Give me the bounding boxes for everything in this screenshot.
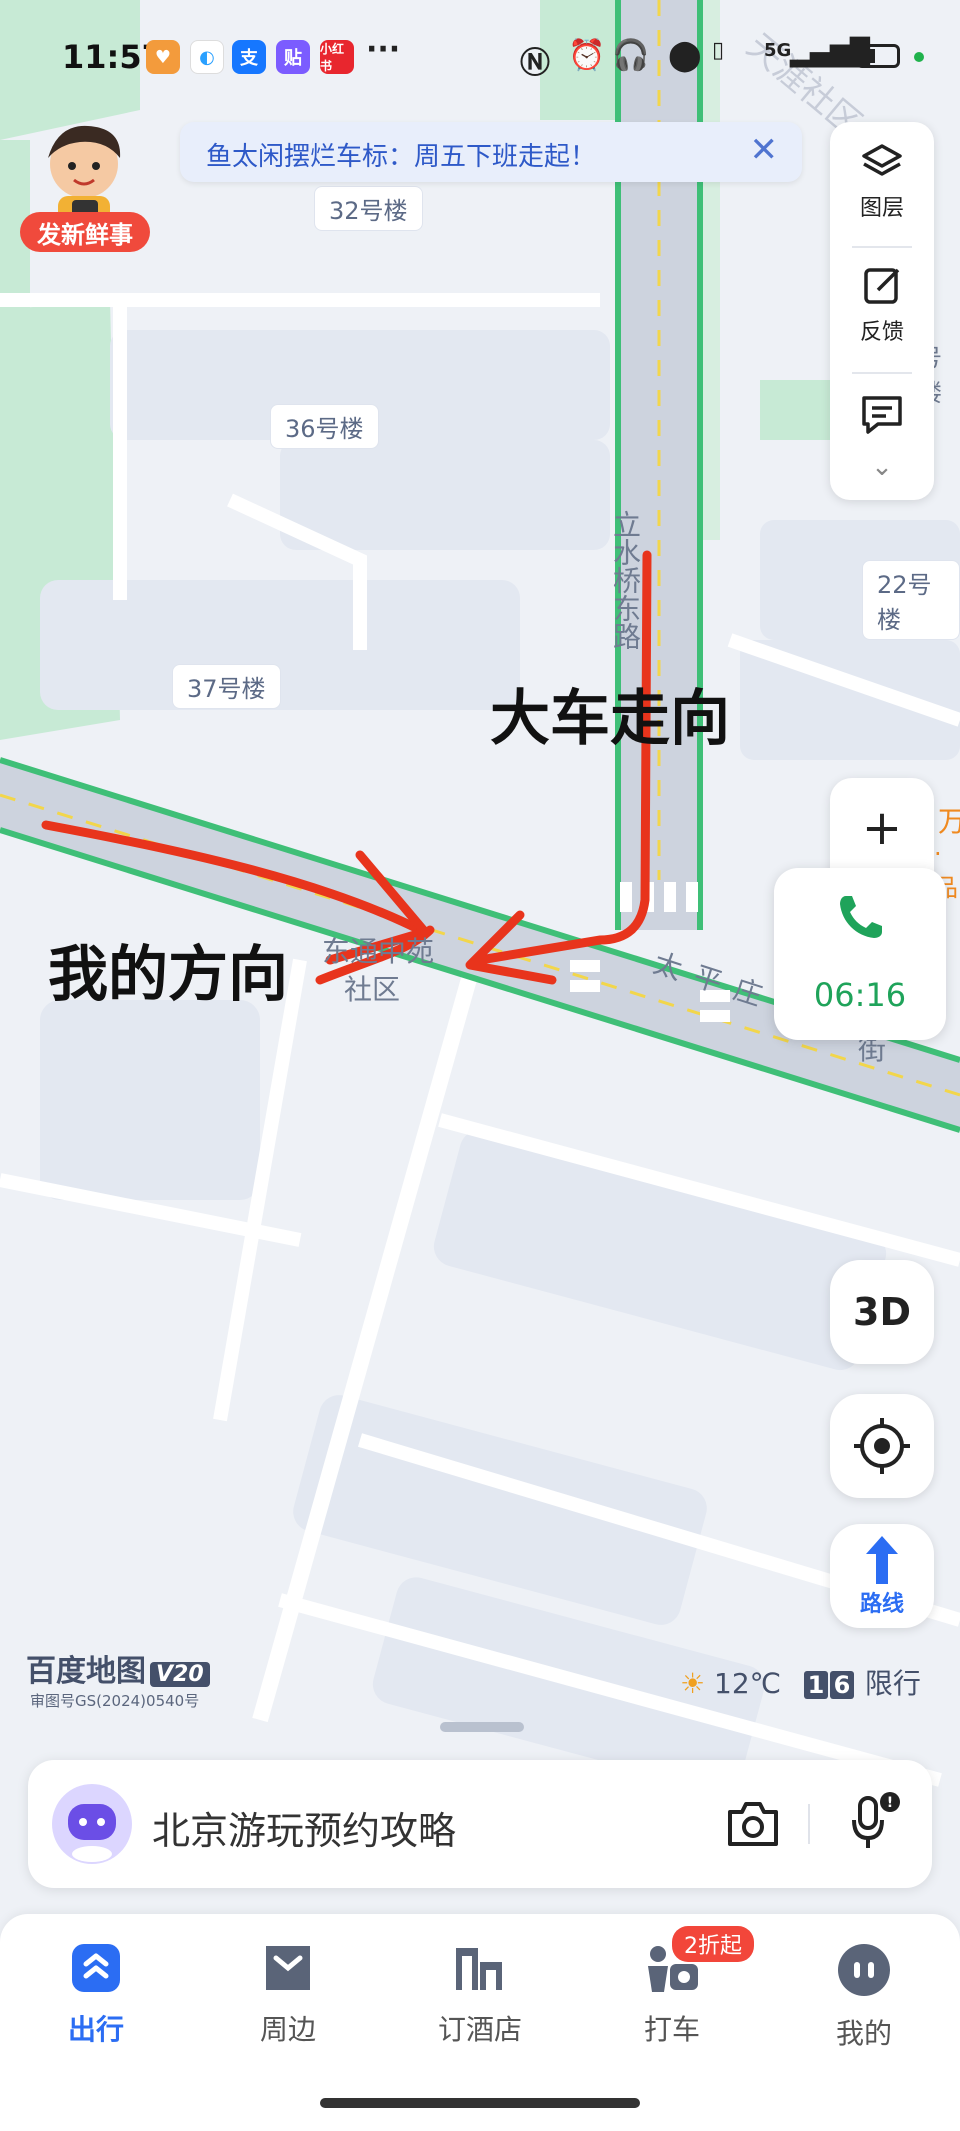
headphone-icon: 🎧 — [612, 38, 650, 73]
nearby-icon — [266, 1946, 310, 1990]
home-indicator[interactable] — [320, 2098, 640, 2108]
limit-label: 限行 — [864, 1667, 921, 1700]
nav-label: 打车 — [643, 2013, 700, 2046]
logo-version: V20 — [150, 1662, 210, 1687]
limit-digit: 1 — [804, 1671, 828, 1699]
divider — [852, 372, 912, 374]
alipay-icon: 支 — [232, 40, 266, 74]
nav-label: 订酒店 — [437, 2013, 522, 2046]
privacy-dot-icon — [914, 52, 924, 62]
post-news-button[interactable]: 发新鲜事 — [20, 212, 150, 252]
nav-item-go[interactable]: 出行 — [26, 1942, 166, 2048]
message-icon — [862, 396, 902, 434]
nav-label: 我的 — [835, 2017, 892, 2050]
poi-edge-label: 万 — [938, 805, 960, 838]
microphone-icon[interactable]: ! — [846, 1790, 910, 1854]
notice-banner[interactable]: 鱼太闲摆烂车标：周五下班走起！ ✕ — [180, 122, 802, 182]
location-icon: ⬤ — [668, 38, 702, 73]
locate-button[interactable] — [830, 1394, 934, 1498]
edit-icon — [864, 268, 900, 304]
weather-widget[interactable]: ☀ 12℃ 16 限行 — [680, 1662, 921, 1702]
profile-icon — [838, 1944, 890, 1996]
search-bar[interactable]: 北京游玩预约攻略 ! — [28, 1760, 932, 1888]
nfc-icon: Ⓝ — [520, 46, 550, 81]
3d-button[interactable]: 3D — [830, 1260, 934, 1364]
route-arrow-icon — [866, 1536, 898, 1584]
network-type: 5G — [764, 40, 792, 61]
status-bar: 11:57 ♥ ◐ 支 贴 小红书 ··· Ⓝ ⏰ 🎧 ⬤ ▯ 5G ▂▄▆█ — [0, 0, 960, 120]
svg-text:!: ! — [887, 1795, 893, 1811]
building-label-32[interactable]: 32号楼 — [314, 186, 423, 231]
layers-icon — [862, 144, 902, 176]
map-tools-panel: 图层 反馈 ⌄ — [830, 122, 934, 500]
taxi-discount-badge: 2折起 — [672, 1926, 754, 1962]
assistant-robot-icon[interactable] — [50, 1782, 134, 1866]
zoom-in-button[interactable]: + — [830, 778, 934, 878]
go-icon — [72, 1944, 120, 1992]
app-icon-4: 贴 — [276, 40, 310, 74]
nav-item-hotel[interactable]: 订酒店 — [410, 1942, 550, 2048]
sun-icon: ☀ — [680, 1667, 706, 1700]
phone-icon — [840, 896, 882, 938]
alarm-icon: ⏰ — [568, 38, 606, 73]
route-label: 路线 — [859, 1592, 904, 1617]
battery-icon — [856, 44, 900, 68]
annotation-truck-direction: 大车走向 — [490, 684, 730, 754]
vibrate-icon: ▯ — [712, 38, 725, 63]
community-label-2[interactable]: 社区 — [344, 968, 400, 1008]
nav-item-nearby[interactable]: 周边 — [218, 1942, 358, 2048]
call-card[interactable]: 06:16 — [774, 868, 946, 1040]
call-duration: 06:16 — [813, 976, 907, 1014]
building-label-22[interactable]: 22号楼 — [862, 560, 960, 640]
app-icon-1: ♥ — [146, 40, 180, 74]
drawer-handle[interactable] — [440, 1722, 524, 1732]
temperature: 12℃ — [714, 1667, 782, 1700]
nav-item-profile[interactable]: 我的 — [794, 1942, 934, 2052]
divider — [808, 1804, 810, 1844]
building-label-37[interactable]: 37号楼 — [172, 664, 281, 709]
route-button[interactable]: 路线 — [830, 1524, 934, 1628]
road-label-lishuiqiao: 立水桥东路 — [609, 510, 642, 650]
baidu-map-logo: 百度地图 V20 — [26, 1646, 210, 1690]
message-button[interactable] — [830, 392, 934, 442]
limit-digit: 6 — [830, 1671, 854, 1699]
registration-number: 审图号GS(2024)0540号 — [30, 1692, 200, 1710]
nav-label: 出行 — [67, 2013, 124, 2046]
hotel-icon — [456, 1948, 502, 1990]
community-label[interactable]: 东通中苑 — [322, 930, 434, 970]
feedback-button[interactable]: 反馈 — [830, 264, 934, 346]
divider — [852, 246, 912, 248]
banner-close-button[interactable]: ✕ — [750, 130, 779, 170]
annotation-my-direction: 我的方向 — [48, 940, 288, 1010]
chevron-down-icon[interactable]: ⌄ — [830, 452, 934, 482]
building-label-36[interactable]: 36号楼 — [270, 404, 379, 449]
logo-text: 百度地图 — [26, 1654, 146, 1689]
more-icon: ··· — [366, 32, 401, 67]
banner-text[interactable]: 鱼太闲摆烂车标：周五下班走起！ — [206, 136, 596, 173]
locate-icon — [854, 1418, 910, 1474]
layers-button[interactable]: 图层 — [830, 140, 934, 222]
feedback-label: 反馈 — [859, 320, 904, 345]
app-icon-2: ◐ — [190, 40, 224, 74]
nav-label: 周边 — [259, 2013, 316, 2046]
layers-label: 图层 — [859, 196, 904, 221]
camera-icon[interactable] — [724, 1798, 782, 1850]
search-input[interactable]: 北京游玩预约攻略 — [152, 1800, 456, 1855]
app-icon-5: 小红书 — [320, 40, 354, 74]
